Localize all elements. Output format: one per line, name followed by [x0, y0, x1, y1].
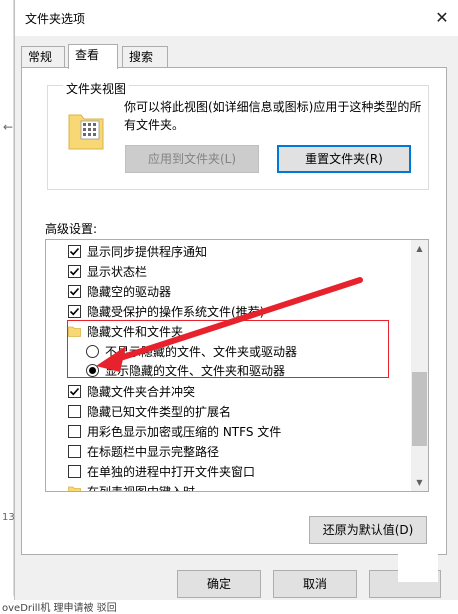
item-label: 隐藏文件夹合并冲突	[87, 384, 196, 399]
item-label: 显示状态栏	[87, 264, 148, 279]
close-button[interactable]: ✕	[425, 0, 458, 34]
list-item[interactable]: 显示状态栏	[68, 261, 428, 281]
background-number: 13	[2, 512, 15, 523]
reset-folders-button[interactable]: 重置文件夹(R)	[277, 145, 411, 173]
advanced-settings-label: 高级设置:	[45, 222, 98, 236]
checkbox[interactable]	[68, 244, 81, 258]
tab-view[interactable]: 查看	[68, 44, 118, 69]
item-label: 在单独的进程中打开文件夹窗口	[87, 464, 256, 479]
item-label: 在标题栏中显示完整路径	[87, 444, 220, 459]
checkbox[interactable]	[68, 444, 81, 458]
close-icon: ✕	[435, 7, 449, 27]
list-item[interactable]: 隐藏受保护的操作系统文件(推荐)	[68, 301, 428, 321]
scroll-thumb[interactable]	[412, 372, 427, 446]
scroll-up-icon[interactable]: ▲	[411, 240, 428, 257]
title-bar: 文件夹选项 ✕	[15, 0, 458, 36]
ok-button[interactable]: 确定	[177, 570, 261, 598]
apply-to-folders-button[interactable]: 应用到文件夹(L)	[125, 145, 259, 173]
list-item[interactable]: 用彩色显示加密或压缩的 NTFS 文件	[68, 421, 428, 441]
folder-views-description: 你可以将此视图(如详细信息或图标)应用于这种类型的所有文件夹。	[124, 100, 422, 132]
folder-view-icon	[68, 114, 104, 150]
tab-general[interactable]: 常规	[21, 46, 65, 68]
item-label: 隐藏已知文件类型的扩展名	[87, 404, 232, 419]
item-label: 用彩色显示加密或压缩的 NTFS 文件	[87, 424, 282, 439]
list-item[interactable]: 隐藏空的驱动器	[68, 281, 428, 301]
restore-defaults-button[interactable]: 还原为默认值(D)	[309, 516, 427, 544]
tab-search[interactable]: 搜索	[122, 46, 168, 68]
item-label: 在列表视图中键入时	[87, 484, 196, 492]
checkbox[interactable]	[68, 264, 81, 278]
scroll-down-icon[interactable]: ▼	[411, 474, 428, 491]
dialog-title: 文件夹选项	[25, 12, 86, 26]
folder-icon	[68, 486, 81, 491]
checkbox[interactable]	[68, 384, 81, 398]
checkbox[interactable]	[68, 284, 81, 298]
list-item[interactable]: 隐藏文件夹合并冲突	[68, 381, 428, 401]
checkbox[interactable]	[68, 424, 81, 438]
item-label: 隐藏空的驱动器	[87, 284, 172, 299]
list-item[interactable]: 在单独的进程中打开文件夹窗口	[68, 461, 428, 481]
folder-views-legend: 文件夹视图	[63, 80, 130, 97]
list-item[interactable]: 在标题栏中显示完整路径	[68, 441, 428, 461]
folder-options-dialog: 文件夹选项 ✕ 常规 查看 搜索 文件夹视图 你可以将此视图(如详细信息或图标)…	[14, 0, 458, 600]
annotation-cover	[398, 552, 438, 582]
back-arrow-icon: ←	[3, 120, 14, 134]
list-item[interactable]: 显示同步提供程序通知	[68, 241, 428, 261]
background-window-edge: ← 13	[0, 0, 15, 614]
annotation-highlight-box	[67, 320, 389, 378]
list-item: 在列表视图中键入时	[68, 481, 428, 492]
checkbox[interactable]	[68, 464, 81, 478]
item-label: 隐藏受保护的操作系统文件(推荐)	[87, 304, 265, 319]
item-label: 显示同步提供程序通知	[87, 244, 208, 259]
checkbox[interactable]	[68, 304, 81, 318]
cancel-button[interactable]: 取消	[273, 570, 357, 598]
vertical-scrollbar[interactable]: ▲ ▼	[411, 240, 428, 491]
list-item[interactable]: 隐藏已知文件类型的扩展名	[68, 401, 428, 421]
checkbox[interactable]	[68, 404, 81, 418]
